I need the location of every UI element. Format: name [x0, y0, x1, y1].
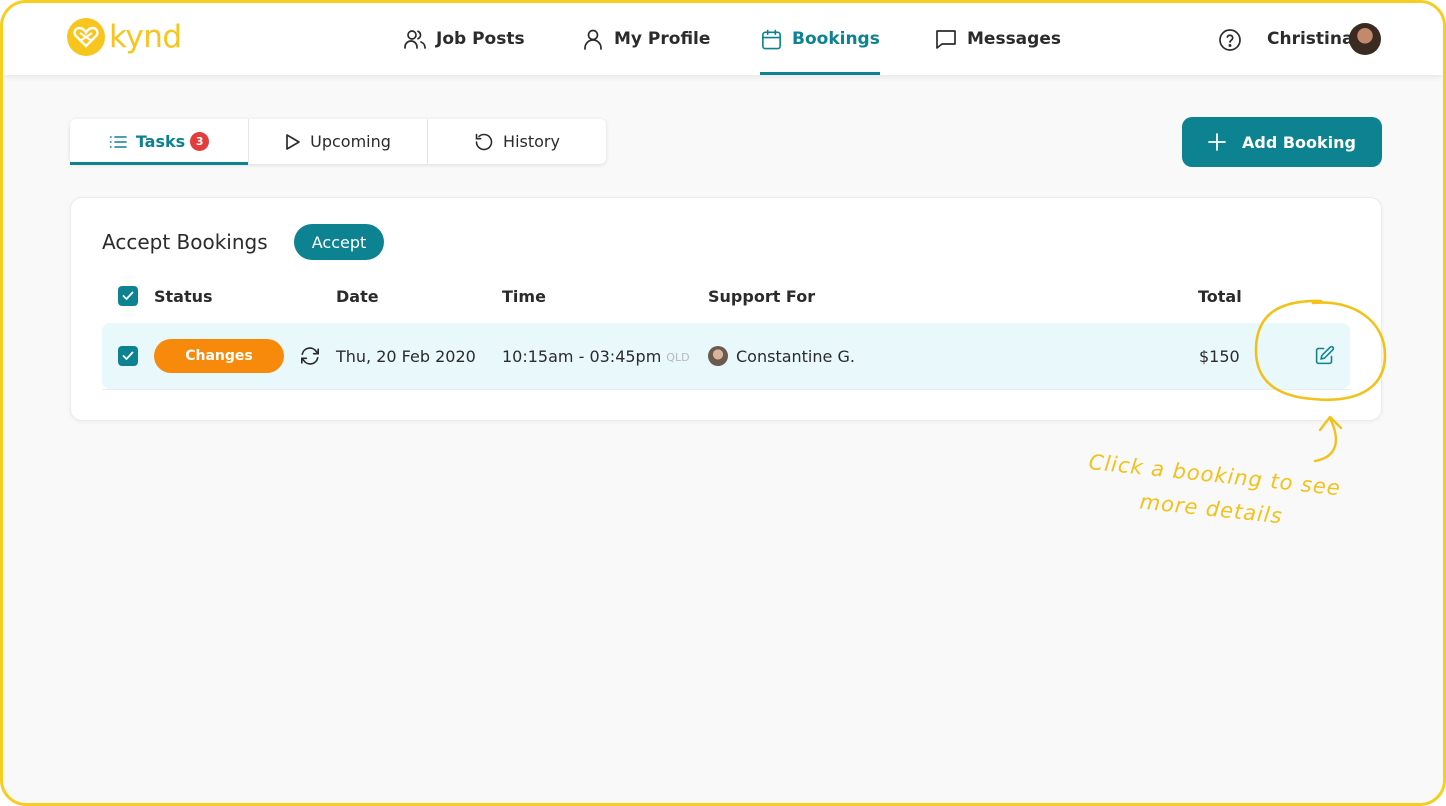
column-header-time: Time	[502, 287, 546, 306]
tasks-count-badge: 3	[190, 132, 210, 151]
tab-upcoming-label: Upcoming	[310, 132, 391, 151]
tab-tasks[interactable]: Tasks 3	[70, 119, 248, 165]
accept-button[interactable]: Accept	[294, 224, 384, 260]
user-avatar[interactable]	[1349, 23, 1381, 55]
refresh-icon	[299, 346, 321, 370]
top-nav-bar: kynd Job Posts My Profile Bookings Messa…	[3, 3, 1443, 75]
tab-tasks-label: Tasks	[135, 132, 186, 151]
booking-tabs: Tasks 3 Upcoming History	[70, 119, 606, 165]
kynd-logo-icon	[67, 18, 105, 56]
users-icon	[404, 30, 426, 49]
nav-my-profile-label: My Profile	[614, 29, 711, 49]
add-booking-label: Add Booking	[1241, 132, 1356, 152]
nav-my-profile[interactable]: My Profile	[581, 3, 710, 75]
list-icon	[109, 135, 127, 148]
nav-job-posts-label: Job Posts	[436, 29, 525, 49]
chat-icon	[936, 30, 956, 49]
row-date: Thu, 20 Feb 2020	[336, 346, 476, 366]
nav-bookings-label: Bookings	[792, 29, 880, 49]
row-checkbox[interactable]	[118, 346, 138, 366]
help-icon[interactable]	[1218, 28, 1242, 56]
tab-history[interactable]: History	[427, 119, 606, 164]
person-avatar	[708, 346, 728, 366]
logo[interactable]: kynd	[67, 18, 182, 56]
row-support-for: Constantine G.	[708, 323, 855, 389]
user-icon	[584, 29, 602, 50]
nav-bookings[interactable]: Bookings	[760, 3, 880, 75]
app-frame: kynd Job Posts My Profile Bookings Messa…	[0, 0, 1446, 806]
history-icon	[475, 133, 493, 150]
tab-history-label: History	[503, 132, 560, 151]
status-badge: Changes	[154, 339, 284, 373]
row-total: $150	[1199, 346, 1240, 366]
accept-bookings-card: Accept Bookings Accept Status Date Time …	[70, 197, 1382, 421]
row-timezone: QLD	[666, 351, 690, 364]
edit-icon[interactable]	[1314, 345, 1335, 370]
column-header-support-for: Support For	[708, 287, 816, 306]
nav-messages[interactable]: Messages	[934, 3, 1061, 75]
play-icon	[286, 133, 300, 150]
check-icon	[122, 351, 134, 360]
column-header-date: Date	[336, 287, 379, 306]
row-support-for-name: Constantine G.	[736, 346, 855, 366]
column-header-status: Status	[154, 287, 213, 306]
annotation-note: Click a booking to see more details	[1070, 444, 1356, 541]
calendar-icon	[762, 29, 781, 49]
user-name[interactable]: Christina	[1267, 3, 1353, 75]
row-time-range: 10:15am - 03:45pm	[502, 346, 662, 366]
column-header-total: Total	[1198, 287, 1242, 306]
logo-text: kynd	[109, 19, 182, 55]
card-title: Accept Bookings	[102, 230, 268, 254]
table-row[interactable]: Changes Thu, 20 Feb 2020 10:15am - 03:45…	[102, 323, 1350, 389]
check-icon	[122, 291, 134, 300]
add-booking-button[interactable]: Add Booking	[1182, 117, 1382, 167]
nav-messages-label: Messages	[967, 29, 1061, 49]
row-divider	[102, 389, 1350, 390]
plus-icon	[1208, 133, 1226, 151]
tab-upcoming[interactable]: Upcoming	[248, 119, 427, 164]
nav-job-posts[interactable]: Job Posts	[403, 3, 525, 75]
select-all-checkbox[interactable]	[118, 286, 138, 306]
row-time: 10:15am - 03:45pm QLD	[502, 323, 690, 389]
